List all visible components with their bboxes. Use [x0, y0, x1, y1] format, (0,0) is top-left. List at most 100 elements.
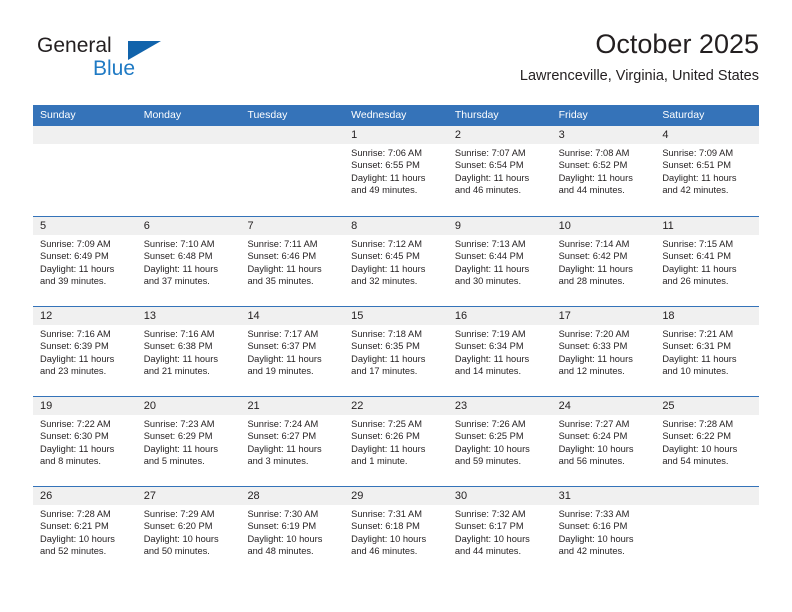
- day-number: 21: [240, 397, 345, 415]
- day-cell[interactable]: 18 Sunrise: 7:21 AM Sunset: 6:31 PM Dayl…: [655, 307, 760, 396]
- daylight-text-line2: and 42 minutes.: [558, 546, 625, 557]
- day-cell[interactable]: 1 Sunrise: 7:06 AM Sunset: 6:55 PM Dayli…: [344, 126, 448, 216]
- day-info: Sunrise: 7:26 AM Sunset: 6:25 PM Dayligh…: [448, 415, 552, 468]
- daylight-text-line2: and 8 minutes.: [40, 456, 101, 467]
- sunset-text: Sunset: 6:21 PM: [40, 521, 109, 532]
- day-cell[interactable]: 14 Sunrise: 7:17 AM Sunset: 6:37 PM Dayl…: [240, 307, 345, 396]
- title-block: October 2025 Lawrenceville, Virginia, Un…: [520, 28, 759, 85]
- day-cell[interactable]: 3 Sunrise: 7:08 AM Sunset: 6:52 PM Dayli…: [551, 126, 656, 216]
- daylight-text-line2: and 3 minutes.: [247, 456, 309, 467]
- day-cell[interactable]: 24 Sunrise: 7:27 AM Sunset: 6:24 PM Dayl…: [551, 397, 656, 486]
- daylight-text-line2: and 42 minutes.: [662, 185, 729, 196]
- daylight-text-line2: and 56 minutes.: [558, 456, 625, 467]
- day-cell[interactable]: 2 Sunrise: 7:07 AM Sunset: 6:54 PM Dayli…: [447, 126, 552, 216]
- day-cell[interactable]: 20 Sunrise: 7:23 AM Sunset: 6:29 PM Dayl…: [136, 397, 241, 486]
- day-cell[interactable]: 19 Sunrise: 7:22 AM Sunset: 6:30 PM Dayl…: [33, 397, 137, 486]
- weekday-header-tuesday: Tuesday: [247, 109, 288, 121]
- week-row: 26 Sunrise: 7:28 AM Sunset: 6:21 PM Dayl…: [33, 486, 760, 576]
- day-cell[interactable]: 17 Sunrise: 7:20 AM Sunset: 6:33 PM Dayl…: [551, 307, 656, 396]
- sunrise-text: Sunrise: 7:10 AM: [143, 239, 215, 249]
- sunset-text: Sunset: 6:45 PM: [351, 251, 420, 262]
- day-cell[interactable]: 13 Sunrise: 7:16 AM Sunset: 6:38 PM Dayl…: [136, 307, 241, 396]
- sunrise-text: Sunrise: 7:32 AM: [454, 509, 526, 519]
- day-cell[interactable]: 10 Sunrise: 7:14 AM Sunset: 6:42 PM Dayl…: [551, 217, 656, 306]
- sunset-text: Sunset: 6:33 PM: [558, 341, 628, 352]
- day-cell[interactable]: 29 Sunrise: 7:31 AM Sunset: 6:18 PM Dayl…: [344, 487, 448, 576]
- sunset-text: Sunset: 6:29 PM: [143, 431, 213, 442]
- daylight-text-line2: and 30 minutes.: [454, 276, 522, 287]
- day-info: Sunrise: 7:16 AM Sunset: 6:38 PM Dayligh…: [137, 325, 241, 378]
- day-number: 18: [655, 307, 760, 325]
- day-info: Sunrise: 7:16 AM Sunset: 6:39 PM Dayligh…: [33, 325, 137, 378]
- weekday-header-saturday: Saturday: [662, 109, 705, 121]
- sunset-text: Sunset: 6:19 PM: [247, 521, 317, 532]
- day-cell[interactable]: 30 Sunrise: 7:32 AM Sunset: 6:17 PM Dayl…: [447, 487, 552, 576]
- day-number: 6: [136, 217, 241, 235]
- daylight-text-line1: Daylight: 11 hours: [351, 263, 426, 274]
- general-blue-logo[interactable]: General Blue: [33, 30, 233, 88]
- day-number: 12: [33, 307, 137, 325]
- daylight-text-line2: and 39 minutes.: [40, 276, 107, 287]
- day-cell[interactable]: 28 Sunrise: 7:30 AM Sunset: 6:19 PM Dayl…: [240, 487, 345, 576]
- day-cell[interactable]: 23 Sunrise: 7:26 AM Sunset: 6:25 PM Dayl…: [447, 397, 552, 486]
- sunrise-text: Sunrise: 7:23 AM: [143, 419, 215, 429]
- day-info: Sunrise: 7:28 AM Sunset: 6:21 PM Dayligh…: [33, 505, 137, 558]
- day-cell[interactable]: 22 Sunrise: 7:25 AM Sunset: 6:26 PM Dayl…: [344, 397, 448, 486]
- sunset-text: Sunset: 6:22 PM: [662, 431, 732, 442]
- sunrise-text: Sunrise: 7:26 AM: [454, 419, 526, 429]
- day-cell[interactable]: 21 Sunrise: 7:24 AM Sunset: 6:27 PM Dayl…: [240, 397, 345, 486]
- daylight-text-line2: and 12 minutes.: [558, 366, 625, 377]
- week-row: 5 Sunrise: 7:09 AM Sunset: 6:49 PM Dayli…: [33, 216, 760, 306]
- day-cell[interactable]: 16 Sunrise: 7:19 AM Sunset: 6:34 PM Dayl…: [447, 307, 552, 396]
- sunset-text: Sunset: 6:31 PM: [662, 341, 732, 352]
- daylight-text-line2: and 46 minutes.: [351, 546, 418, 557]
- day-cell[interactable]: 5 Sunrise: 7:09 AM Sunset: 6:49 PM Dayli…: [33, 217, 137, 306]
- sunset-text: Sunset: 6:26 PM: [351, 431, 420, 442]
- day-cell[interactable]: 8 Sunrise: 7:12 AM Sunset: 6:45 PM Dayli…: [344, 217, 448, 306]
- sunrise-text: Sunrise: 7:21 AM: [662, 329, 734, 339]
- daylight-text-line2: and 14 minutes.: [454, 366, 522, 377]
- day-cell[interactable]: 27 Sunrise: 7:29 AM Sunset: 6:20 PM Dayl…: [136, 487, 241, 576]
- day-cell[interactable]: 6 Sunrise: 7:10 AM Sunset: 6:48 PM Dayli…: [136, 217, 241, 306]
- day-cell: [655, 487, 760, 576]
- sunrise-text: Sunrise: 7:15 AM: [662, 239, 734, 249]
- day-info: Sunrise: 7:33 AM Sunset: 6:16 PM Dayligh…: [552, 505, 656, 558]
- day-info: [655, 505, 759, 508]
- day-info: Sunrise: 7:27 AM Sunset: 6:24 PM Dayligh…: [552, 415, 656, 468]
- day-number: 27: [136, 487, 241, 505]
- daylight-text-line1: Daylight: 10 hours: [558, 443, 634, 454]
- day-cell[interactable]: 15 Sunrise: 7:18 AM Sunset: 6:35 PM Dayl…: [344, 307, 448, 396]
- week-row: 1 Sunrise: 7:06 AM Sunset: 6:55 PM Dayli…: [33, 126, 760, 216]
- day-number: 2: [447, 126, 552, 144]
- daylight-text-line1: Daylight: 11 hours: [40, 353, 115, 364]
- daylight-text-line2: and 37 minutes.: [143, 276, 210, 287]
- day-cell[interactable]: 31 Sunrise: 7:33 AM Sunset: 6:16 PM Dayl…: [551, 487, 656, 576]
- sunrise-text: Sunrise: 7:08 AM: [558, 148, 630, 158]
- day-cell: [240, 126, 345, 216]
- day-info: Sunrise: 7:18 AM Sunset: 6:35 PM Dayligh…: [344, 325, 448, 378]
- day-cell[interactable]: 9 Sunrise: 7:13 AM Sunset: 6:44 PM Dayli…: [447, 217, 552, 306]
- day-cell[interactable]: 26 Sunrise: 7:28 AM Sunset: 6:21 PM Dayl…: [33, 487, 137, 576]
- day-number: 28: [240, 487, 345, 505]
- daylight-text-line1: Daylight: 11 hours: [351, 443, 426, 454]
- sunrise-text: Sunrise: 7:14 AM: [558, 239, 630, 249]
- daylight-text-line2: and 54 minutes.: [662, 456, 729, 467]
- day-cell[interactable]: 12 Sunrise: 7:16 AM Sunset: 6:39 PM Dayl…: [33, 307, 137, 396]
- daylight-text-line2: and 23 minutes.: [40, 366, 107, 377]
- sunset-text: Sunset: 6:46 PM: [247, 251, 317, 262]
- weekday-header-friday: Friday: [558, 109, 588, 121]
- daylight-text-line1: Daylight: 11 hours: [662, 353, 737, 364]
- day-number: 24: [551, 397, 656, 415]
- daylight-text-line1: Daylight: 11 hours: [247, 263, 322, 274]
- day-cell[interactable]: 11 Sunrise: 7:15 AM Sunset: 6:41 PM Dayl…: [655, 217, 760, 306]
- sunrise-text: Sunrise: 7:07 AM: [454, 148, 526, 158]
- day-cell[interactable]: 7 Sunrise: 7:11 AM Sunset: 6:46 PM Dayli…: [240, 217, 345, 306]
- day-cell[interactable]: 25 Sunrise: 7:28 AM Sunset: 6:22 PM Dayl…: [655, 397, 760, 486]
- day-cell[interactable]: 4 Sunrise: 7:09 AM Sunset: 6:51 PM Dayli…: [655, 126, 760, 216]
- day-info: Sunrise: 7:17 AM Sunset: 6:37 PM Dayligh…: [240, 325, 344, 378]
- weekday-header-monday: Monday: [143, 109, 182, 121]
- sunset-text: Sunset: 6:18 PM: [351, 521, 420, 532]
- sunset-text: Sunset: 6:25 PM: [454, 431, 524, 442]
- day-number: 15: [344, 307, 448, 325]
- sunrise-text: Sunrise: 7:17 AM: [247, 329, 319, 339]
